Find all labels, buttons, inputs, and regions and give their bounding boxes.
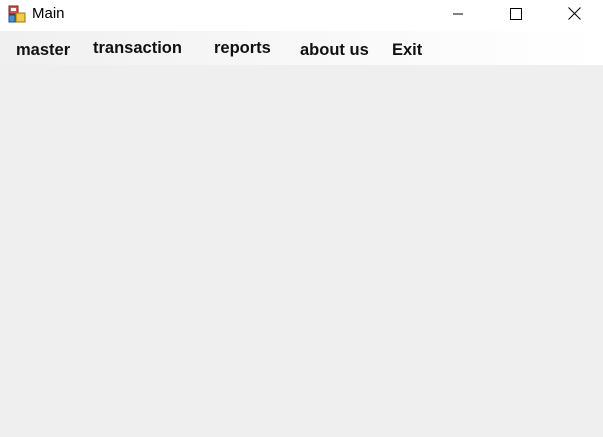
menu-item-exit[interactable]: Exit: [392, 33, 422, 67]
title-bar[interactable]: Main: [0, 0, 603, 31]
maximize-button[interactable]: [487, 0, 545, 31]
minimize-icon: [452, 7, 464, 25]
minimize-button[interactable]: [429, 0, 487, 31]
menu-item-about-us[interactable]: about us: [300, 33, 369, 67]
client-area: [0, 65, 603, 437]
maximize-icon: [510, 7, 522, 25]
close-button[interactable]: [545, 0, 603, 31]
main-window: Main master transaction reports about us…: [0, 0, 603, 437]
menu-item-reports[interactable]: reports: [214, 31, 271, 65]
menu-item-master[interactable]: master: [16, 33, 70, 67]
close-icon: [567, 6, 581, 25]
menu-bar: master transaction reports about us Exit: [0, 31, 603, 65]
menu-item-transaction[interactable]: transaction: [93, 31, 182, 65]
app-icon: [8, 5, 26, 23]
window-title: Main: [32, 5, 65, 22]
